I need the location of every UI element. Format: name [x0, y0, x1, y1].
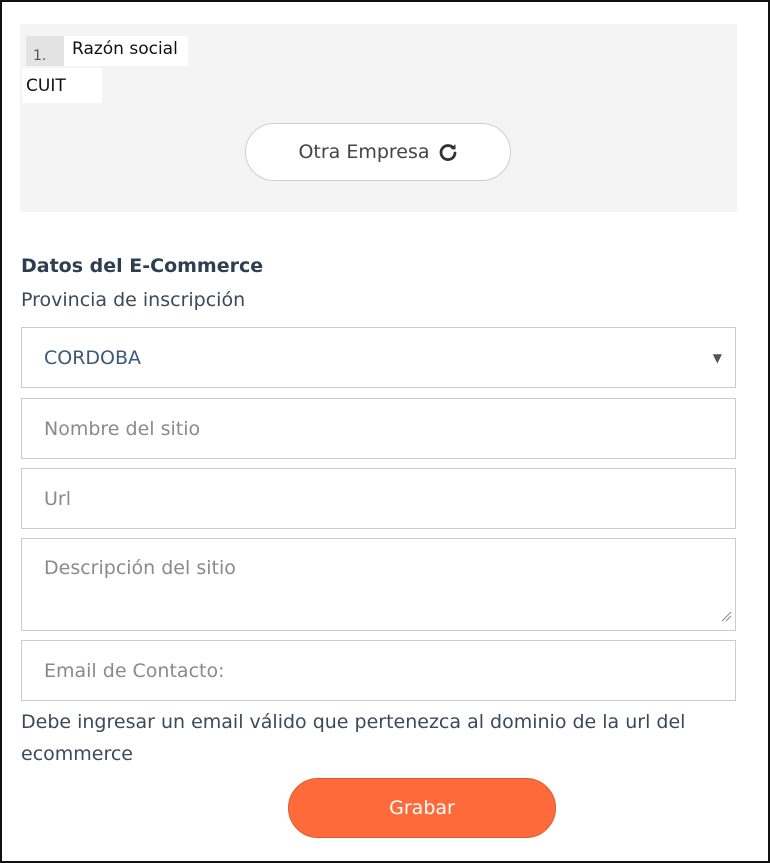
email-contacto-placeholder: Email de Contacto: — [44, 659, 225, 682]
url-placeholder: Url — [44, 487, 71, 510]
url-input[interactable]: Url — [21, 468, 736, 529]
resize-handle-icon[interactable] — [720, 605, 732, 627]
nombre-sitio-input[interactable]: Nombre del sitio — [21, 398, 736, 459]
email-hint-text: Debe ingresar un email válido que perten… — [21, 711, 686, 765]
descripcion-placeholder: Descripción del sitio — [44, 557, 236, 579]
reload-icon — [438, 142, 458, 162]
otra-empresa-label: Otra Empresa — [298, 141, 430, 163]
company-panel: 1. Razón social CUIT Otra Empresa — [20, 24, 737, 212]
cuit-label: CUIT — [22, 68, 102, 103]
company-row-number: 1. — [26, 36, 64, 66]
provincia-select[interactable]: CORDOBA ▼ — [21, 327, 736, 388]
email-contacto-input[interactable]: Email de Contacto: — [21, 640, 736, 701]
nombre-sitio-placeholder: Nombre del sitio — [44, 417, 201, 440]
company-row: 1. Razón social — [26, 36, 188, 66]
dropdown-arrow-icon: ▼ — [712, 351, 722, 365]
provincia-selected-value: CORDOBA — [44, 346, 142, 369]
form-container: 1. Razón social CUIT Otra Empresa Datos … — [0, 0, 770, 863]
grabar-label: Grabar — [389, 797, 455, 819]
provincia-label: Provincia de inscripción — [21, 289, 246, 311]
descripcion-textarea[interactable]: Descripción del sitio — [21, 538, 736, 631]
section-title: Datos del E-Commerce — [21, 255, 264, 277]
grabar-button[interactable]: Grabar — [288, 778, 556, 838]
otra-empresa-button[interactable]: Otra Empresa — [245, 123, 511, 181]
razon-social-label: Razón social — [72, 39, 178, 59]
